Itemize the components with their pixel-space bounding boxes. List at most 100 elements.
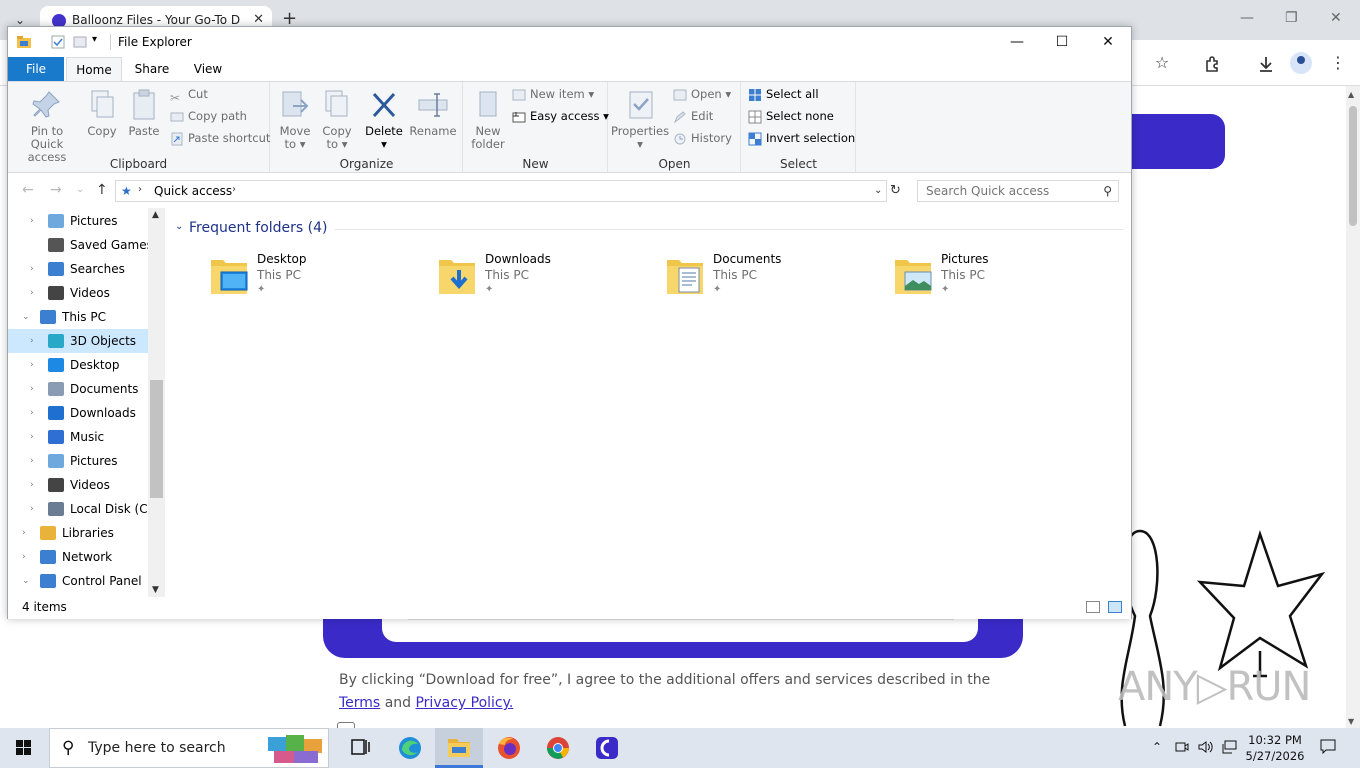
scroll-up-icon[interactable]: ▲ xyxy=(152,210,159,220)
chevron-right-icon[interactable]: › xyxy=(30,329,34,353)
nav-item-desktop[interactable]: › Desktop xyxy=(8,353,148,377)
scroll-down-icon[interactable]: ▼ xyxy=(1348,717,1354,726)
scroll-down-icon[interactable]: ▼ xyxy=(152,585,159,595)
tab-home[interactable]: Home xyxy=(66,57,122,81)
folder-tile-documents[interactable]: Documents This PC ✦ xyxy=(665,252,885,304)
chevron-right-icon[interactable]: › xyxy=(30,497,34,521)
large-icons-view-icon[interactable] xyxy=(1108,601,1122,613)
nav-item-searches[interactable]: › Searches xyxy=(8,257,148,281)
chevron-right-icon[interactable]: › xyxy=(30,353,34,377)
folder-tile-pictures[interactable]: Pictures This PC ✦ xyxy=(893,252,1113,304)
rename-button[interactable]: Rename xyxy=(409,88,457,138)
browser-menu-icon[interactable]: ⋮ xyxy=(1326,52,1350,76)
nav-item-local-disk-c[interactable]: › Local Disk (C:) xyxy=(8,497,156,521)
new-folder-qat-icon[interactable] xyxy=(72,34,88,50)
forward-button[interactable]: → xyxy=(50,182,62,198)
explorer-maximize-button[interactable]: ☐ xyxy=(1040,31,1084,53)
section-collapse-icon[interactable]: ⌄ xyxy=(175,221,183,232)
nav-pane-scroll-thumb[interactable] xyxy=(150,380,163,498)
refresh-icon[interactable]: ↻ xyxy=(890,183,901,198)
meet-now-icon[interactable] xyxy=(1175,740,1189,757)
frequent-folders-heading[interactable]: Frequent folders (4) xyxy=(189,220,328,236)
cut-button[interactable]: ✂ Cut xyxy=(170,84,208,105)
taskbar-search-box[interactable]: ⚲ Type here to search xyxy=(49,728,329,768)
open-button[interactable]: Open ▾ xyxy=(673,84,731,104)
chevron-right-icon[interactable]: › xyxy=(30,401,34,425)
profile-avatar[interactable] xyxy=(1290,52,1312,74)
system-clock[interactable]: 10:32 PM 5/27/2026 xyxy=(1240,732,1310,764)
history-button[interactable]: History xyxy=(673,128,732,148)
network-icon[interactable] xyxy=(1222,740,1238,757)
tab-view[interactable]: View xyxy=(182,57,234,81)
tab-share[interactable]: Share xyxy=(126,57,178,81)
volume-icon[interactable] xyxy=(1198,740,1214,757)
back-button[interactable]: ← xyxy=(22,182,34,198)
address-input[interactable]: ★ › Quick access › ⌄ xyxy=(115,180,887,202)
nav-item-downloads[interactable]: › Downloads xyxy=(8,401,148,425)
edit-button[interactable]: Edit xyxy=(673,106,713,126)
browser-minimize-button[interactable]: — xyxy=(1240,10,1254,26)
breadcrumb-separator[interactable]: › xyxy=(138,184,142,195)
move-to-button[interactable]: Move to ▾ xyxy=(277,88,313,151)
taskbar-file-explorer[interactable] xyxy=(435,728,483,768)
up-button[interactable]: ↑ xyxy=(96,182,108,198)
chevron-right-icon[interactable]: › xyxy=(30,449,34,473)
explorer-minimize-button[interactable]: — xyxy=(995,31,1039,53)
customize-qat-chevron-icon[interactable]: ▾ xyxy=(92,34,108,50)
search-box[interactable]: ⚲ xyxy=(917,180,1119,202)
properties-button[interactable]: Properties ▾ xyxy=(611,88,669,151)
tab-file[interactable]: File xyxy=(8,57,64,81)
privacy-policy-link[interactable]: Privacy Policy. xyxy=(415,695,513,711)
nav-item-videos[interactable]: › Videos xyxy=(8,473,148,497)
chevron-right-icon[interactable]: › xyxy=(30,425,34,449)
nav-item-network[interactable]: › Network xyxy=(8,545,148,569)
properties-qat-icon[interactable] xyxy=(50,34,66,50)
select-none-button[interactable]: Select none xyxy=(748,106,834,126)
paste-button[interactable]: Paste xyxy=(126,88,162,138)
browser-restore-button[interactable]: ❐ xyxy=(1285,10,1298,26)
nav-item-saved-games[interactable]: Saved Games xyxy=(8,233,153,257)
details-view-icon[interactable] xyxy=(1086,601,1100,613)
tray-overflow-icon[interactable]: ⌃ xyxy=(1152,740,1162,754)
chevron-right-icon[interactable]: › xyxy=(22,545,26,569)
browser-close-button[interactable]: ✕ xyxy=(1330,10,1342,26)
taskbar-chrome[interactable] xyxy=(534,728,582,768)
nav-item-pictures[interactable]: › Pictures xyxy=(8,449,148,473)
copy-to-button[interactable]: Copy to ▾ xyxy=(319,88,355,151)
search-input[interactable] xyxy=(926,184,1096,198)
delete-button[interactable]: Delete ▾ xyxy=(365,88,403,151)
easy-access-button[interactable]: Easy access ▾ xyxy=(512,106,609,126)
address-dropdown-icon[interactable]: ⌄ xyxy=(874,185,882,196)
taskbar-balloonz-app[interactable] xyxy=(583,728,631,768)
folder-tile-desktop[interactable]: Desktop This PC ✦ xyxy=(209,252,429,304)
breadcrumb-separator[interactable]: › xyxy=(232,184,236,195)
invert-selection-button[interactable]: Invert selection xyxy=(748,128,855,148)
scroll-up-icon[interactable]: ▲ xyxy=(1348,90,1354,99)
taskbar-firefox[interactable] xyxy=(485,728,533,768)
task-view-button[interactable] xyxy=(336,728,384,768)
chevron-down-icon[interactable]: ⌄ xyxy=(22,569,30,593)
page-scroll-thumb[interactable] xyxy=(1349,106,1357,226)
taskbar-edge[interactable] xyxy=(386,728,434,768)
breadcrumb-quick-access[interactable]: Quick access xyxy=(154,184,232,198)
chevron-right-icon[interactable]: › xyxy=(30,257,34,281)
chevron-right-icon[interactable]: › xyxy=(30,281,34,305)
nav-item-videos[interactable]: › Videos xyxy=(8,281,148,305)
start-button[interactable] xyxy=(0,728,48,768)
recent-locations-button[interactable]: ⌄ xyxy=(76,184,84,195)
chevron-right-icon[interactable]: › xyxy=(22,521,26,545)
explorer-close-button[interactable]: ✕ xyxy=(1086,31,1130,53)
chevron-right-icon[interactable]: › xyxy=(30,473,34,497)
copy-path-button[interactable]: Copy path xyxy=(170,106,247,126)
nav-item-control-panel[interactable]: ⌄ Control Panel xyxy=(8,569,148,593)
page-scrollbar[interactable]: ▲ ▼ xyxy=(1346,86,1360,728)
chevron-right-icon[interactable]: › xyxy=(30,377,34,401)
pin-to-quick-access-button[interactable]: Pin to Quick access xyxy=(14,88,80,164)
chevron-down-icon[interactable]: ⌄ xyxy=(22,305,30,329)
copy-button[interactable]: Copy xyxy=(84,88,120,138)
nav-item-pictures[interactable]: › Pictures xyxy=(8,209,148,233)
notifications-icon[interactable] xyxy=(1320,738,1336,757)
folder-tile-downloads[interactable]: Downloads This PC ✦ xyxy=(437,252,657,304)
nav-pane-scrollbar[interactable]: ▲ ▼ xyxy=(148,208,165,597)
nav-item-this-pc[interactable]: ⌄ This PC xyxy=(8,305,148,329)
